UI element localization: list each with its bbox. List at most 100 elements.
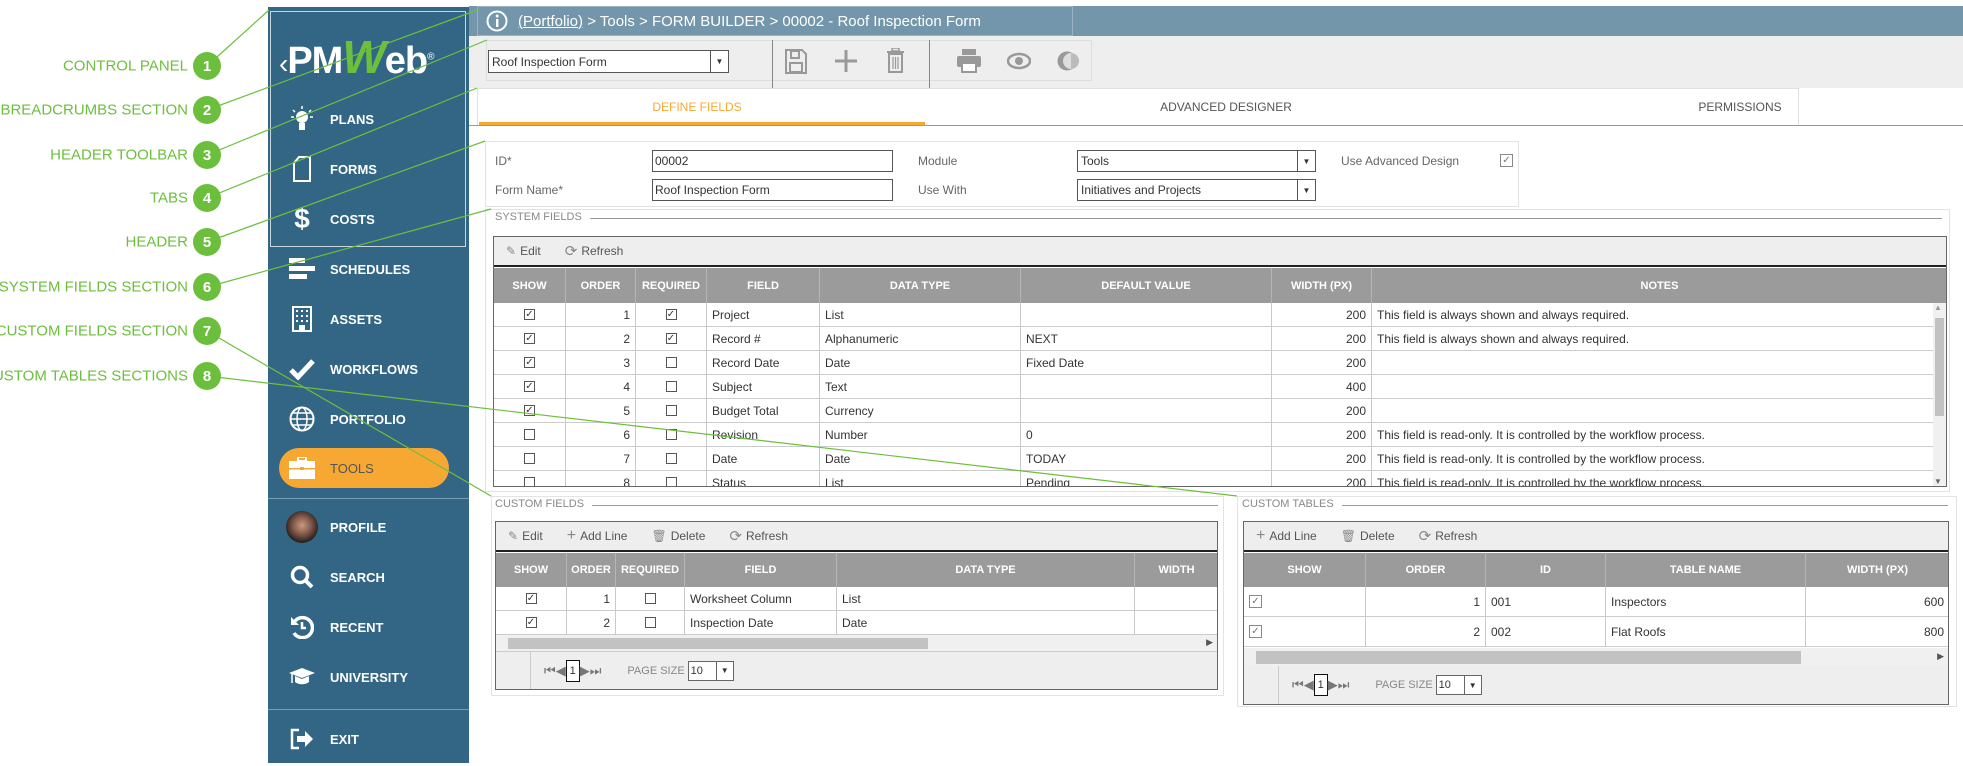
table-row[interactable]: ✓ 2 Inspection Date Date	[496, 611, 1217, 635]
unchecked-checkbox[interactable]	[665, 453, 677, 464]
sidebar-item-assets[interactable]: ASSETS	[268, 299, 469, 339]
table-row[interactable]: ✓ 2 002 Flat Roofs 800	[1244, 617, 1948, 647]
page-size-select[interactable]: 10 ▼	[687, 660, 734, 681]
add-line-button[interactable]: + Add Line	[1256, 527, 1317, 545]
refresh-button[interactable]: ⟳ Refresh	[565, 242, 624, 260]
checked-checkbox[interactable]: ✓	[1249, 625, 1262, 638]
save-icon[interactable]	[785, 49, 807, 74]
sidebar-item-plans[interactable]: PLANS	[268, 99, 469, 139]
unchecked-checkbox[interactable]	[665, 381, 677, 392]
column-header[interactable]: DEFAULT VALUE	[1021, 268, 1272, 303]
column-header[interactable]: SHOW	[1244, 553, 1366, 587]
column-header[interactable]: TABLE NAME	[1606, 553, 1806, 587]
table-row[interactable]: ✓ 1 001 Inspectors 600	[1244, 587, 1948, 617]
unchecked-checkbox[interactable]	[665, 429, 677, 440]
horizontal-scrollbar[interactable]: ▶	[1244, 648, 1948, 667]
sidebar-item-forms[interactable]: FORMS	[268, 149, 469, 189]
table-row[interactable]: ✓ 1 ✓ Project List 200 This field is always sh…	[494, 303, 1946, 327]
next-page-icon[interactable]: ▶	[1328, 677, 1338, 693]
sidebar-item-portfolio[interactable]: PORTFOLIO	[268, 399, 469, 439]
breadcrumb-link-portfolio[interactable]: (Portfolio)	[518, 13, 583, 30]
scroll-up-icon[interactable]: ▲	[1934, 303, 1942, 312]
checked-checkbox[interactable]: ✓	[1249, 595, 1262, 608]
unchecked-checkbox[interactable]	[524, 477, 535, 486]
column-header[interactable]: REQUIRED	[616, 553, 685, 587]
sidebar-item-profile[interactable]: PROFILE	[268, 507, 469, 547]
sidebar-item-schedules[interactable]: SCHEDULES	[268, 249, 469, 289]
edit-button[interactable]: ✎ Edit	[508, 529, 543, 543]
preview-icon[interactable]	[1007, 52, 1031, 70]
column-header[interactable]: FIELD	[707, 268, 820, 303]
column-header[interactable]: NOTES	[1372, 268, 1946, 303]
checked-checkbox[interactable]: ✓	[665, 309, 677, 320]
column-header[interactable]: DATA TYPE	[820, 268, 1021, 303]
prev-page-icon[interactable]: ◀	[1304, 677, 1314, 693]
module-select[interactable]: Tools ▼	[1077, 150, 1316, 172]
sidebar-item-costs[interactable]: $ COSTS	[268, 199, 469, 239]
refresh-button[interactable]: ⟳ Refresh	[729, 527, 788, 545]
checked-checkbox[interactable]: ✓	[524, 309, 535, 320]
form-name-field[interactable]: Roof Inspection Form	[652, 179, 893, 201]
record-select[interactable]: Roof Inspection Form ▼	[488, 50, 729, 73]
column-header[interactable]: ORDER	[566, 268, 636, 303]
table-row[interactable]: 6 Revision Number 0 200 This field is read-on…	[494, 423, 1946, 447]
scroll-down-icon[interactable]: ▼	[1934, 477, 1942, 486]
tab-permissions[interactable]: PERMISSIONS	[1698, 88, 1781, 125]
tab-advanced-designer[interactable]: ADVANCED DESIGNER	[1160, 88, 1292, 125]
table-row[interactable]: ✓ 1 Worksheet Column List	[496, 587, 1217, 611]
unchecked-checkbox[interactable]	[524, 453, 535, 464]
column-header[interactable]: SHOW	[496, 553, 567, 587]
checked-checkbox[interactable]: ✓	[665, 333, 677, 344]
unchecked-checkbox[interactable]	[644, 593, 656, 604]
table-row[interactable]: ✓ 4 Subject Text 400	[494, 375, 1946, 399]
sidebar-item-search[interactable]: SEARCH	[268, 557, 469, 597]
unchecked-checkbox[interactable]	[665, 477, 677, 486]
checked-checkbox[interactable]: ✓	[524, 405, 535, 416]
checked-checkbox[interactable]: ✓	[524, 333, 535, 344]
id-field[interactable]: 00002	[652, 150, 893, 172]
delete-button[interactable]: 🗑 Delete	[1341, 529, 1395, 543]
info-icon[interactable]	[486, 10, 508, 32]
pmweb-logo[interactable]: ‹PMWeb®	[279, 30, 435, 84]
refresh-button[interactable]: ⟳ Refresh	[1419, 527, 1478, 545]
sidebar-item-workflows[interactable]: WORKFLOWS	[268, 349, 469, 389]
use-advanced-design-checkbox[interactable]: ✓	[1500, 154, 1513, 167]
checked-checkbox[interactable]: ✓	[525, 617, 537, 628]
unchecked-checkbox[interactable]	[665, 405, 677, 416]
table-row[interactable]: ✓ 5 Budget Total Currency 200	[494, 399, 1946, 423]
scrollbar-thumb[interactable]	[508, 638, 928, 649]
add-line-button[interactable]: + Add Line	[567, 527, 628, 545]
column-header[interactable]: DATA TYPE	[837, 553, 1135, 587]
column-header[interactable]: WIDTH	[1135, 553, 1217, 587]
sidebar-item-recent[interactable]: RECENT	[268, 607, 469, 647]
sidebar-item-university[interactable]: UNIVERSITY	[268, 657, 469, 697]
table-row[interactable]: ✓ 2 ✓ Record # Alphanumeric NEXT 200 This field…	[494, 327, 1946, 351]
delete-button[interactable]: 🗑 Delete	[651, 529, 705, 543]
page-size-select[interactable]: 10 ▼	[1435, 675, 1482, 695]
scroll-right-icon[interactable]: ▶	[1937, 651, 1944, 662]
unchecked-checkbox[interactable]	[644, 617, 656, 628]
tab-define-fields[interactable]: DEFINE FIELDS	[652, 88, 741, 125]
first-page-icon[interactable]: ⏮	[1292, 677, 1304, 693]
table-row[interactable]: 7 Date Date TODAY 200 This field is read-only…	[494, 447, 1946, 471]
column-header[interactable]: WIDTH (PX)	[1806, 553, 1948, 587]
first-page-icon[interactable]: ⏮	[544, 663, 556, 679]
last-page-icon[interactable]: ⏭	[590, 663, 602, 679]
print-icon[interactable]	[957, 49, 981, 73]
scrollbar-thumb[interactable]	[1935, 318, 1944, 416]
checked-checkbox[interactable]: ✓	[524, 357, 535, 368]
horizontal-scrollbar[interactable]: ▶	[496, 635, 1217, 652]
column-header[interactable]: WIDTH (PX)	[1272, 268, 1372, 303]
column-header[interactable]: ORDER	[1366, 553, 1486, 587]
column-header[interactable]: REQUIRED	[636, 268, 707, 303]
use-with-select[interactable]: Initiatives and Projects ▼	[1077, 179, 1316, 201]
sidebar-item-exit[interactable]: EXIT	[268, 719, 469, 759]
last-page-icon[interactable]: ⏭	[1338, 677, 1350, 693]
next-page-icon[interactable]: ▶	[580, 663, 590, 679]
scrollbar-thumb[interactable]	[1256, 651, 1801, 664]
column-header[interactable]: FIELD	[685, 553, 837, 587]
unchecked-checkbox[interactable]	[524, 429, 535, 440]
table-row[interactable]: ✓ 3 Record Date Date Fixed Date 200	[494, 351, 1946, 375]
add-icon[interactable]	[835, 50, 857, 72]
page-number[interactable]: 1	[1313, 674, 1328, 696]
